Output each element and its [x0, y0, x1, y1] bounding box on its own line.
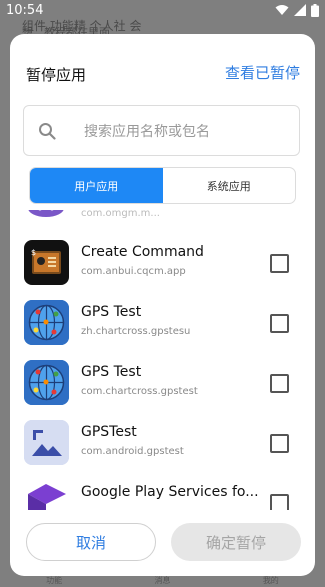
svg-text:$: $ — [31, 248, 36, 257]
app-package: com.anbui.cqcm.app — [81, 266, 186, 277]
select-checkbox[interactable] — [270, 374, 289, 393]
wifi-icon — [275, 5, 289, 15]
google-play-services-icon — [24, 480, 69, 510]
signal-icon — [294, 4, 306, 16]
app-name: Google Play Services fo... — [81, 484, 259, 500]
app-icon — [24, 210, 69, 219]
tab-user-apps[interactable]: 用户应用 — [30, 168, 163, 203]
dialog-title: 暂停应用 — [26, 66, 87, 84]
app-list[interactable]: com.omgm.m... $ Create Command com.anbui… — [10, 210, 315, 510]
search-input[interactable]: 搜索应用名称或包名 — [23, 105, 300, 156]
background-tab: 功能 — [46, 576, 63, 585]
select-checkbox[interactable] — [270, 314, 289, 333]
battery-icon — [311, 3, 319, 17]
list-item[interactable]: GPS Test zh.chartcross.gpstesu — [10, 300, 315, 360]
select-checkbox[interactable] — [270, 254, 289, 273]
select-checkbox[interactable] — [270, 494, 289, 510]
view-paused-link[interactable]: 查看已暂停 — [225, 62, 300, 83]
app-package: com.chartcross.gpstest — [81, 386, 198, 397]
create-command-icon: $ — [24, 240, 69, 285]
background-tab: 消息 — [154, 576, 171, 585]
app-name: GPS Test — [81, 304, 142, 320]
cancel-button[interactable]: 取消 — [26, 523, 156, 561]
list-item[interactable]: Google Play Services fo... — [10, 480, 315, 510]
app-package: com.omgm.m... — [81, 210, 160, 219]
list-item[interactable]: GPS Test com.chartcross.gpstest — [10, 360, 315, 420]
search-placeholder: 搜索应用名称或包名 — [84, 123, 210, 140]
app-package: com.android.gpstest — [81, 446, 184, 457]
list-item[interactable]: $ Create Command com.anbui.cqcm.app — [10, 240, 315, 300]
gps-test-icon — [24, 360, 69, 405]
list-item[interactable]: com.omgm.m... — [10, 210, 315, 234]
pause-app-dialog: 暂停应用 查看已暂停 搜索应用名称或包名 用户应用 系统应用 com.omgm.… — [10, 34, 315, 576]
background-tab: 我的 — [262, 576, 279, 585]
status-time: 10:54 — [6, 2, 44, 18]
tab-system-apps[interactable]: 系统应用 — [163, 168, 296, 203]
app-name: Create Command — [81, 244, 204, 260]
status-icons — [275, 3, 319, 17]
app-name: GPS Test — [81, 364, 142, 380]
gpstest-icon — [24, 420, 69, 465]
app-package: zh.chartcross.gpstesu — [81, 326, 191, 337]
confirm-pause-button[interactable]: 确定暂停 — [171, 523, 301, 561]
app-name: GPSTest — [81, 424, 137, 440]
list-item[interactable]: GPSTest com.android.gpstest — [10, 420, 315, 480]
background-bottom-nav: 功能 消息 我的 — [0, 575, 325, 587]
gps-test-icon — [24, 300, 69, 345]
search-icon — [38, 122, 68, 140]
app-type-tabs: 用户应用 系统应用 — [29, 167, 296, 204]
select-checkbox[interactable] — [270, 434, 289, 453]
